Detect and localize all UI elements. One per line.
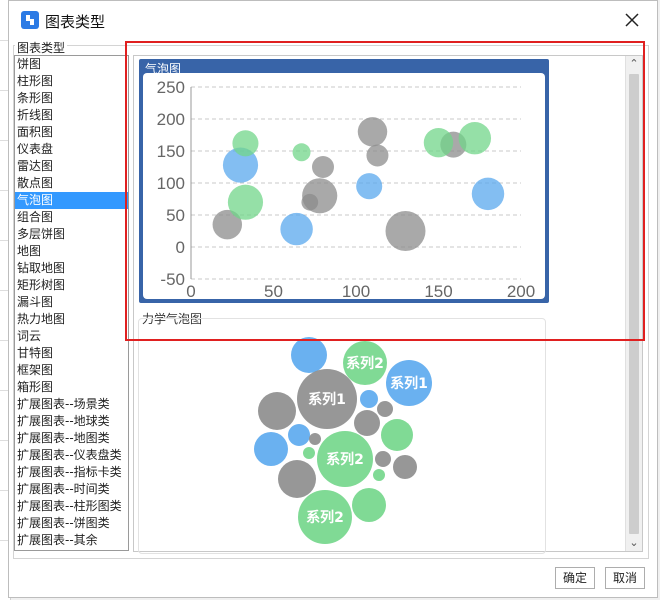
chart-type-item[interactable]: 气泡图 [15, 192, 128, 209]
chart-type-item[interactable]: 仪表盘 [15, 141, 128, 158]
bubble-green [227, 184, 264, 220]
chart-type-item[interactable]: 扩展图表--地球类 [15, 413, 128, 430]
bubble-gray [385, 211, 426, 251]
bubble-gray [366, 144, 389, 167]
force-bubble-green [381, 419, 413, 451]
chart-type-item[interactable]: 饼图 [15, 56, 128, 73]
series-label: 系列2 [306, 509, 344, 526]
app-logo-icon [21, 11, 39, 29]
force-bubble-blue [288, 424, 310, 446]
chart-type-item[interactable]: 组合图 [15, 209, 128, 226]
chart-type-item[interactable]: 折线图 [15, 107, 128, 124]
chart-type-item[interactable]: 扩展图表--其余 [15, 532, 128, 549]
bubble-green [232, 130, 259, 157]
x-tick-label: 100 [342, 282, 370, 299]
force-bubble-gray [278, 460, 316, 498]
chart-type-item[interactable]: 扩展图表--场景类 [15, 396, 128, 413]
chart-type-item[interactable]: 词云 [15, 328, 128, 345]
series-label: 系列1 [308, 391, 346, 408]
chart-type-item[interactable]: 扩展图表--饼图类 [15, 515, 128, 532]
force-bubble-gray [309, 433, 321, 445]
chart-type-item[interactable]: 漏斗图 [15, 294, 128, 311]
dialog-title: 图表类型 [45, 13, 106, 31]
force-bubble-blue [254, 432, 288, 466]
force-bubble-gray [375, 451, 391, 467]
chart-type-item[interactable]: 面积图 [15, 124, 128, 141]
chart-type-item[interactable]: 条形图 [15, 90, 128, 107]
chart-type-item[interactable]: 矩形树图 [15, 277, 128, 294]
y-tick-label: 250 [157, 78, 185, 97]
chart-type-item[interactable]: 钻取地图 [15, 260, 128, 277]
x-tick-label: 0 [186, 282, 195, 299]
chart-type-item[interactable]: 多层饼图 [15, 226, 128, 243]
bubble-gray [312, 156, 334, 178]
bubble-gray [301, 193, 319, 211]
chart-type-item[interactable]: 箱形图 [15, 379, 128, 396]
y-tick-label: 100 [157, 174, 185, 193]
preview-card-force-bubble[interactable]: 系列2 系列1 系列1 系列2 系列2 [138, 318, 546, 554]
y-tick-label: -50 [160, 270, 185, 289]
chart-type-item[interactable]: 扩展图表--指标卡类 [15, 464, 128, 481]
x-tick-label: 150 [424, 282, 452, 299]
preview-scrollbar[interactable]: ⌃ ⌄ [625, 56, 642, 551]
chart-type-item[interactable]: 地图 [15, 243, 128, 260]
y-tick-label: 200 [157, 110, 185, 129]
chart-type-item[interactable]: 框架图 [15, 362, 128, 379]
force-bubble-gray [258, 392, 296, 430]
force-bubble-chart: 系列2 系列1 系列1 系列2 系列2 [254, 337, 432, 544]
y-tick-label: 0 [176, 238, 185, 257]
scroll-down-icon[interactable]: ⌄ [626, 535, 642, 551]
series-label: 系列1 [390, 375, 428, 392]
bubble-chart: -500501001502002500 50 100 150 200 [157, 78, 536, 299]
chart-preview-panel: 气泡图 -50 0 50 100 150 200 250 0 50 100 150 200 力学气泡图… [133, 55, 643, 554]
scroll-up-icon[interactable]: ⌃ [626, 56, 642, 72]
force-bubble-gray [393, 455, 417, 479]
bubble-chart-area: -50 0 50 100 150 200 250 0 50 100 150 200 [143, 73, 545, 299]
bubble-blue [471, 177, 505, 211]
bubble-gray [357, 117, 388, 147]
force-bubble-blue [360, 390, 378, 408]
force-bubble-green [352, 488, 386, 522]
bubble-blue [356, 173, 383, 200]
x-tick-label: 200 [507, 282, 535, 299]
x-tick-label: 50 [264, 282, 283, 299]
force-bubble-green [303, 447, 315, 459]
chart-type-item[interactable]: 热力地图 [15, 311, 128, 328]
cancel-button[interactable]: 取消 [605, 567, 646, 589]
scroll-thumb[interactable] [629, 74, 639, 534]
group-label: 图表类型 [15, 39, 68, 56]
chart-type-item[interactable]: 雷达图 [15, 158, 128, 175]
chart-type-item[interactable]: 扩展图表--柱形图类 [15, 498, 128, 515]
bubble-blue [280, 212, 313, 246]
series-label: 系列2 [326, 451, 364, 468]
chart-type-list[interactable]: 饼图 柱形图 条形图 折线图 面积图 仪表盘 雷达图 散点图 气泡图 组合图 多层饼图 地图 钻取地图矩… [14, 55, 129, 551]
bubble-green [458, 121, 492, 155]
force-bubble-green [373, 469, 385, 481]
force-bubble-gray [354, 410, 380, 436]
bubble-green [423, 127, 454, 158]
chart-type-item[interactable]: 散点图 [15, 175, 128, 192]
series-label: 系列2 [346, 355, 384, 372]
title-bar: 图表类型 [9, 1, 657, 39]
force-bubble-blue [291, 337, 327, 373]
chart-type-dialog: 图表类型 图表类型 饼图 柱形图 条形图 折线图 面积图 仪表盘 雷达图 散点图 气泡图 组合图多… [8, 0, 658, 598]
chart-type-item[interactable]: 扩展图表--仪表盘类 [15, 447, 128, 464]
close-icon[interactable] [621, 9, 643, 31]
chart-type-item[interactable]: 扩展图表--地图类 [15, 430, 128, 447]
chart-type-item[interactable]: 柱形图 [15, 73, 128, 90]
chart-type-item[interactable]: 扩展图表--时间类 [15, 481, 128, 498]
chart-type-item[interactable]: 甘特图 [15, 345, 128, 362]
y-tick-label: 50 [166, 206, 185, 225]
y-tick-label: 150 [157, 142, 185, 161]
ok-button[interactable]: 确定 [555, 567, 596, 589]
bubble-green [292, 143, 311, 162]
force-bubble-gray [377, 401, 393, 417]
preview-card-bubble[interactable]: 气泡图 -50 0 50 100 150 200 250 0 50 100 150 200 [139, 59, 549, 303]
